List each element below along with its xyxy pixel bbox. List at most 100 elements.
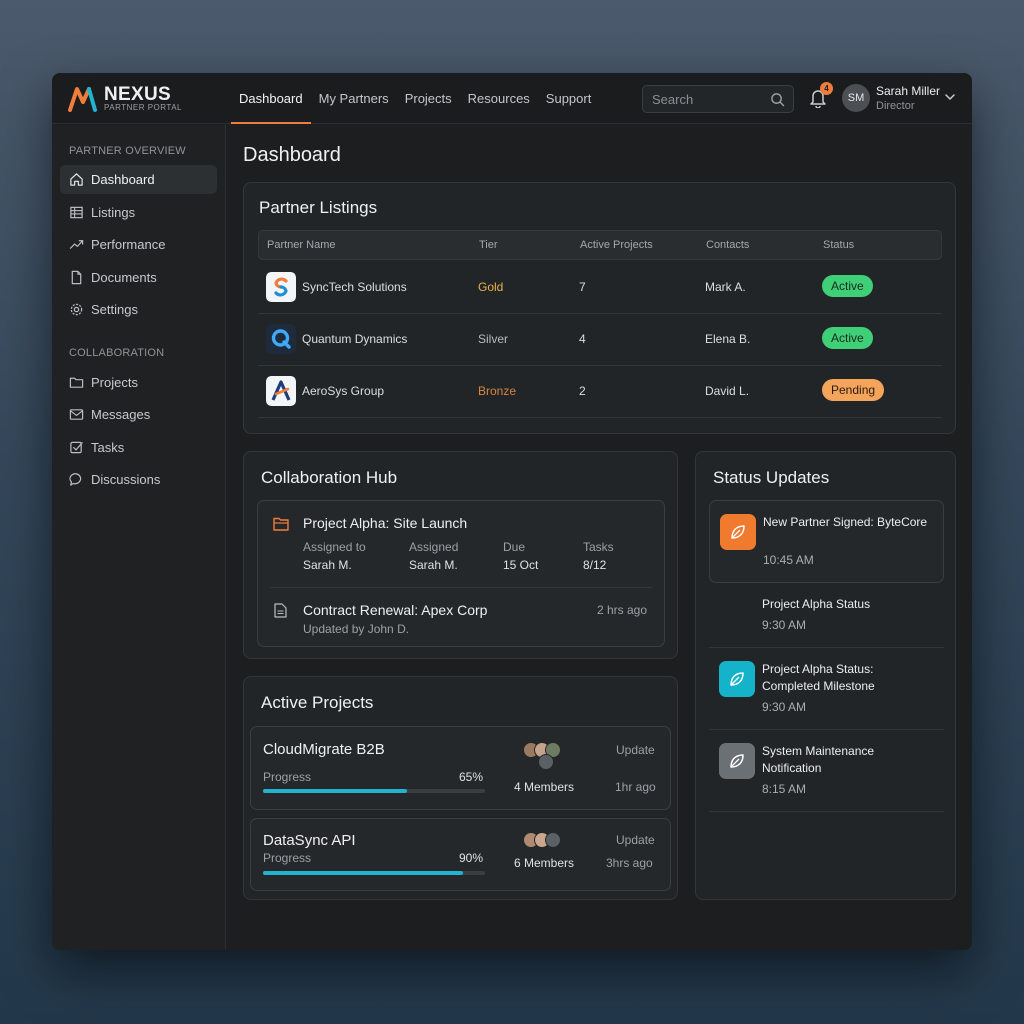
nav-my-partners[interactable]: My Partners — [311, 73, 397, 124]
partner-tier: Silver — [478, 332, 509, 346]
hub-doc-name[interactable]: Contract Renewal: Apex Corp — [303, 602, 487, 618]
sidebar-item-label: Performance — [91, 237, 166, 252]
user-name[interactable]: Sarah Miller — [876, 84, 940, 98]
partner-contact: Elena B. — [705, 332, 751, 346]
nexus-logo-icon — [68, 87, 97, 112]
chevron-down-icon[interactable] — [945, 93, 955, 101]
update-label: Update — [616, 833, 655, 847]
field-value: Sarah M. — [303, 558, 352, 572]
update-time: 9:30 AM — [762, 618, 807, 632]
app-logo[interactable]: NEXUS PARTNER PORTAL — [68, 84, 198, 116]
progress-percent: 65% — [459, 770, 484, 784]
sidebar-item-documents[interactable]: Documents — [60, 263, 217, 292]
project-item[interactable]: DataSync API Progress 90% 6 Members Upda… — [250, 818, 671, 891]
search-icon — [771, 93, 785, 107]
field-value: 15 Oct — [503, 558, 539, 572]
progress-bar — [263, 789, 485, 793]
sidebar-item-discussions[interactable]: Discussions — [60, 465, 217, 494]
sidebar-item-label: Messages — [91, 407, 151, 422]
sidebar-item-settings[interactable]: Settings — [60, 295, 217, 324]
sidebar-item-label: Documents — [91, 270, 157, 285]
hub-project-name[interactable]: Project Alpha: Site Launch — [303, 515, 467, 531]
sidebar-item-label: Tasks — [91, 440, 125, 455]
update-time: 9:30 AM — [762, 700, 807, 714]
nav-resources[interactable]: Resources — [460, 73, 538, 124]
progress-label: Progress — [263, 851, 312, 865]
progress-label: Progress — [263, 770, 312, 784]
project-name: DataSync API — [263, 832, 356, 849]
table-row[interactable]: Quantum Dynamics Silver 4 Elena B. Activ… — [258, 314, 942, 366]
main-nav: Dashboard My Partners Projects Resources… — [231, 73, 599, 124]
partner-name: Quantum Dynamics — [302, 332, 408, 346]
status-update-item[interactable]: Project Alpha Status 9:30 AM — [709, 583, 944, 647]
status-update-item[interactable]: New Partner Signed: ByteCore 10:45 AM — [709, 500, 944, 583]
member-avatars[interactable] — [523, 832, 573, 850]
update-time: 10:45 AM — [763, 553, 814, 567]
sidebar-item-label: Projects — [91, 375, 138, 390]
status-badge: Active — [822, 275, 873, 297]
update-title: New Partner Signed: ByteCore — [763, 515, 928, 529]
status-badge: Active — [822, 327, 873, 349]
table-icon — [70, 206, 83, 219]
member-count: 4 Members — [514, 780, 575, 794]
active-projects-title: Active Projects — [261, 693, 374, 712]
partner-active-projects: 2 — [579, 384, 586, 398]
sidebar-item-projects[interactable]: Projects — [60, 368, 217, 397]
sidebar-item-listings[interactable]: Listings — [60, 198, 217, 227]
progress-bar — [263, 871, 485, 875]
quantum-logo-icon — [266, 324, 296, 354]
partner-contact: Mark A. — [705, 280, 746, 294]
task-check-icon — [70, 441, 83, 454]
sidebar-item-label: Listings — [91, 205, 136, 220]
nav-projects[interactable]: Projects — [397, 73, 460, 124]
member-avatar — [545, 832, 561, 848]
nav-support[interactable]: Support — [538, 73, 600, 124]
member-avatar — [538, 754, 554, 770]
gear-icon — [70, 303, 83, 316]
column-header-contacts[interactable]: Contacts — [706, 239, 749, 251]
sidebar-heading-partner-overview: PARTNER OVERVIEW — [69, 145, 186, 157]
avatar[interactable]: SM — [842, 84, 870, 112]
sidebar-item-messages[interactable]: Messages — [60, 400, 217, 429]
column-header-active-projects[interactable]: Active Projects — [580, 239, 653, 251]
update-time: 1hr ago — [615, 780, 656, 794]
member-avatars[interactable] — [523, 741, 573, 775]
divider — [270, 587, 652, 588]
table-row[interactable]: AeroSys Group Bronze 2 David L. Pending — [258, 366, 942, 418]
partner-contact: David L. — [705, 384, 750, 398]
column-header-partner-name[interactable]: Partner Name — [267, 239, 335, 251]
column-header-tier[interactable]: Tier — [479, 239, 498, 251]
mail-icon — [69, 409, 84, 420]
project-item[interactable]: CloudMigrate B2B Progress 65% 4 Members … — [250, 726, 671, 810]
partner-listings-card: Partner Listings Partner Name Tier Activ… — [243, 182, 956, 434]
notification-badge: 4 — [820, 82, 833, 95]
status-updates-title: Status Updates — [713, 468, 830, 487]
sidebar-item-performance[interactable]: Performance — [60, 230, 217, 259]
folder-icon — [273, 517, 289, 531]
sidebar-item-tasks[interactable]: Tasks — [60, 433, 217, 462]
update-label: Update — [616, 743, 655, 757]
update-time: 8:15 AM — [762, 782, 807, 796]
status-update-item[interactable]: Project Alpha Status: Completed Mileston… — [709, 648, 944, 730]
page-title: Dashboard — [243, 144, 341, 166]
leaf-icon — [731, 525, 745, 539]
progress-bar-fill — [263, 871, 463, 875]
status-update-item[interactable]: System Maintenance Notification 8:15 AM — [709, 730, 944, 812]
update-icon-badge — [719, 661, 755, 697]
search-input[interactable]: Search — [642, 85, 794, 113]
sidebar-item-label: Dashboard — [91, 172, 155, 187]
nav-dashboard[interactable]: Dashboard — [231, 73, 311, 124]
update-icon-badge — [720, 514, 756, 550]
app-window: NEXUS PARTNER PORTAL Dashboard My Partne… — [52, 73, 972, 950]
update-time: 3hrs ago — [606, 856, 653, 870]
partner-tier: Gold — [478, 280, 504, 294]
divider — [709, 811, 944, 812]
column-header-status[interactable]: Status — [823, 239, 854, 251]
progress-bar-fill — [263, 789, 408, 793]
active-projects-card: Active Projects CloudMigrate B2B Progres… — [243, 676, 678, 900]
sidebar-item-dashboard[interactable]: Dashboard — [60, 165, 217, 194]
sidebar-heading-collaboration: COLLABORATION — [69, 347, 165, 359]
partner-tier: Bronze — [478, 384, 517, 398]
table-row[interactable]: SyncTech Solutions Gold 7 Mark A. Active — [258, 262, 942, 314]
app-subtitle: PARTNER PORTAL — [104, 103, 182, 112]
